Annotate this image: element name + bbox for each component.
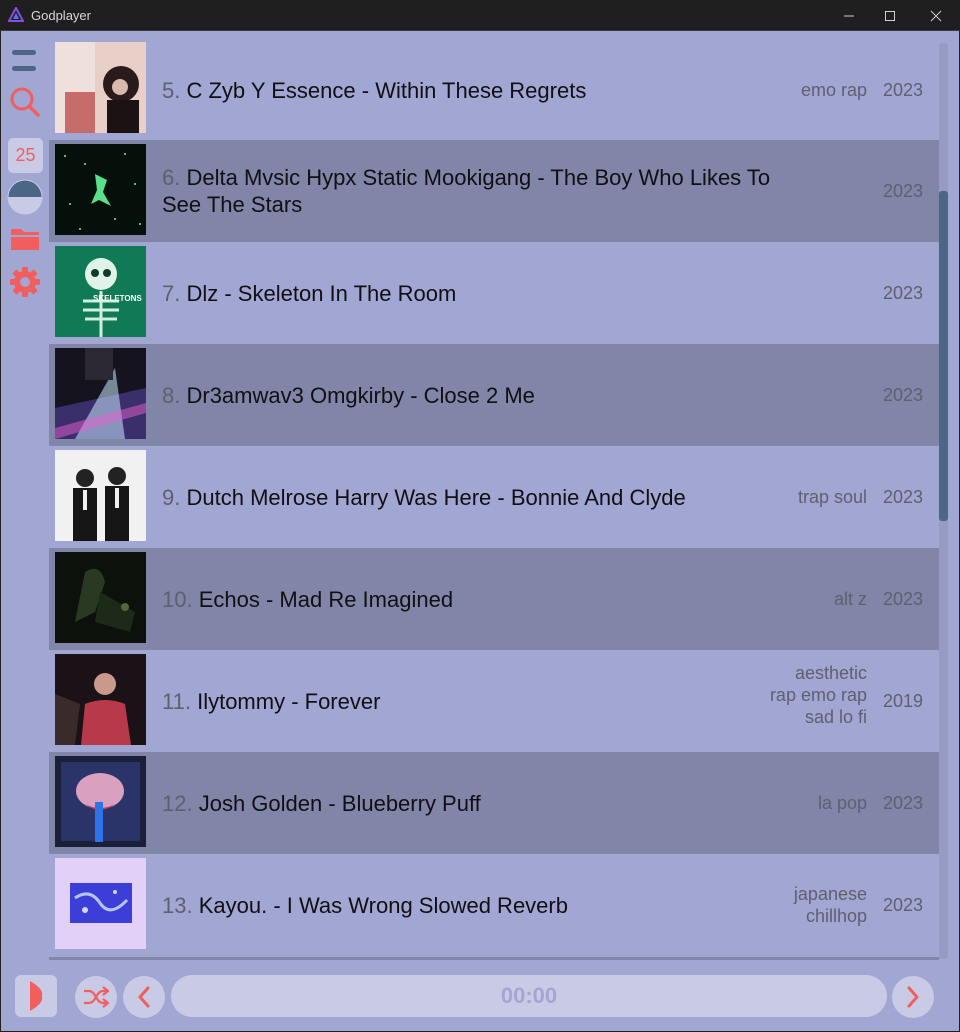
track-title: 9. Dutch Melrose Harry Was Here - Bonnie… (162, 484, 686, 510)
minimize-button[interactable] (826, 0, 872, 31)
close-button[interactable] (913, 0, 959, 31)
song-count-badge[interactable]: 25 (8, 138, 43, 173)
album-cover (55, 450, 146, 541)
list-divider (49, 957, 939, 960)
progress-bar[interactable]: 00:00 (171, 975, 887, 1017)
track-row[interactable]: 10. Echos - Mad Re Imagined alt z 2023 (49, 548, 939, 650)
app-window: 25 5. C Zyb Y Essence - Within These Reg… (1, 31, 959, 1031)
album-cover (55, 654, 146, 745)
folder-button[interactable] (7, 221, 43, 257)
track-row[interactable]: 6. Delta Mvsic Hypx Static Mookigang - T… (49, 140, 939, 242)
album-cover (55, 42, 146, 133)
track-genre: japanese chillhop (793, 884, 867, 926)
title-bar: Godplayer (0, 0, 960, 31)
search-icon (10, 87, 40, 117)
scrollbar-thumb[interactable] (939, 191, 948, 521)
track-row[interactable]: 5. C Zyb Y Essence - Within These Regret… (49, 40, 939, 140)
time-display: 00:00 (500, 983, 558, 1008)
app-logo-icon (8, 7, 24, 22)
track-row[interactable]: 11. Ilytommy - Forever aesthetic rap emo… (49, 650, 939, 752)
track-year: 2023 (882, 486, 923, 507)
track-genre (767, 344, 867, 446)
album-cover (55, 858, 146, 949)
folder-icon (11, 229, 39, 250)
next-button[interactable] (892, 976, 934, 1018)
play-button[interactable] (15, 975, 57, 1017)
track-year: 2023 (882, 79, 923, 100)
track-genre: alt z (833, 589, 867, 609)
track-title: 5. C Zyb Y Essence - Within These Regret… (162, 77, 587, 103)
cover-text: SKELETONS (93, 294, 142, 303)
track-row[interactable]: 9. Dutch Melrose Harry Was Here - Bonnie… (49, 446, 939, 548)
menu-button[interactable] (7, 43, 43, 79)
album-cover (55, 348, 146, 439)
track-genre (767, 242, 867, 344)
window-title: Godplayer (31, 8, 91, 23)
shuffle-icon (84, 986, 109, 1008)
play-icon (30, 981, 43, 1011)
album-cover (55, 552, 146, 643)
track-year: 2023 (882, 384, 923, 405)
track-title: 13. Kayou. - I Was Wrong Slowed Reverb (162, 892, 568, 918)
track-title: 7. Dlz - Skeleton In The Room (162, 280, 457, 306)
track-year: 2023 (882, 180, 923, 201)
previous-button[interactable] (123, 976, 165, 1018)
maximize-icon (885, 10, 895, 21)
track-year: 2023 (882, 282, 923, 303)
settings-button[interactable] (7, 264, 43, 300)
minimize-icon (844, 15, 854, 16)
track-year: 2019 (882, 690, 923, 711)
track-genre: la pop (817, 793, 867, 813)
track-title: 10. Echos - Mad Re Imagined (162, 586, 454, 612)
prev-icon (138, 986, 150, 1008)
track-genre: aesthetic rap emo rap sad lo fi (769, 663, 867, 727)
track-year: 2023 (882, 792, 923, 813)
theme-toggle-button[interactable] (7, 179, 43, 215)
track-list: 5. C Zyb Y Essence - Within These Regret… (49, 40, 939, 960)
maximize-button[interactable] (867, 0, 913, 31)
close-icon (930, 10, 942, 21)
track-genre: emo rap (800, 80, 867, 100)
track-row[interactable]: 12. Josh Golden - Blueberry Puff la pop … (49, 752, 939, 854)
menu-icon (12, 50, 36, 71)
shuffle-button[interactable] (75, 976, 117, 1018)
track-title: 6. Delta Mvsic Hypx Static Mookigang - T… (162, 165, 771, 217)
track-year: 2023 (882, 588, 923, 609)
album-cover (55, 144, 146, 235)
search-button[interactable] (7, 84, 43, 120)
track-genre: trap soul (797, 487, 867, 507)
theme-icon (7, 179, 43, 215)
album-cover (55, 756, 146, 847)
next-icon (907, 986, 919, 1008)
track-row[interactable]: 8. Dr3amwav3 Omgkirby - Close 2 Me 2023 (49, 344, 939, 446)
album-cover: SKELETONS (55, 246, 146, 337)
track-row[interactable]: 13. Kayou. - I Was Wrong Slowed Reverb j… (49, 854, 939, 956)
track-title: 11. Ilytommy - Forever (162, 688, 381, 714)
track-row[interactable]: SKELETONS 7. Dlz - Skeleton In The Room … (49, 242, 939, 344)
track-year: 2023 (882, 894, 923, 915)
track-genre (767, 140, 867, 242)
track-title: 12. Josh Golden - Blueberry Puff (162, 790, 481, 816)
track-title: 8. Dr3amwav3 Omgkirby - Close 2 Me (162, 382, 535, 408)
settings-icon (10, 267, 40, 297)
